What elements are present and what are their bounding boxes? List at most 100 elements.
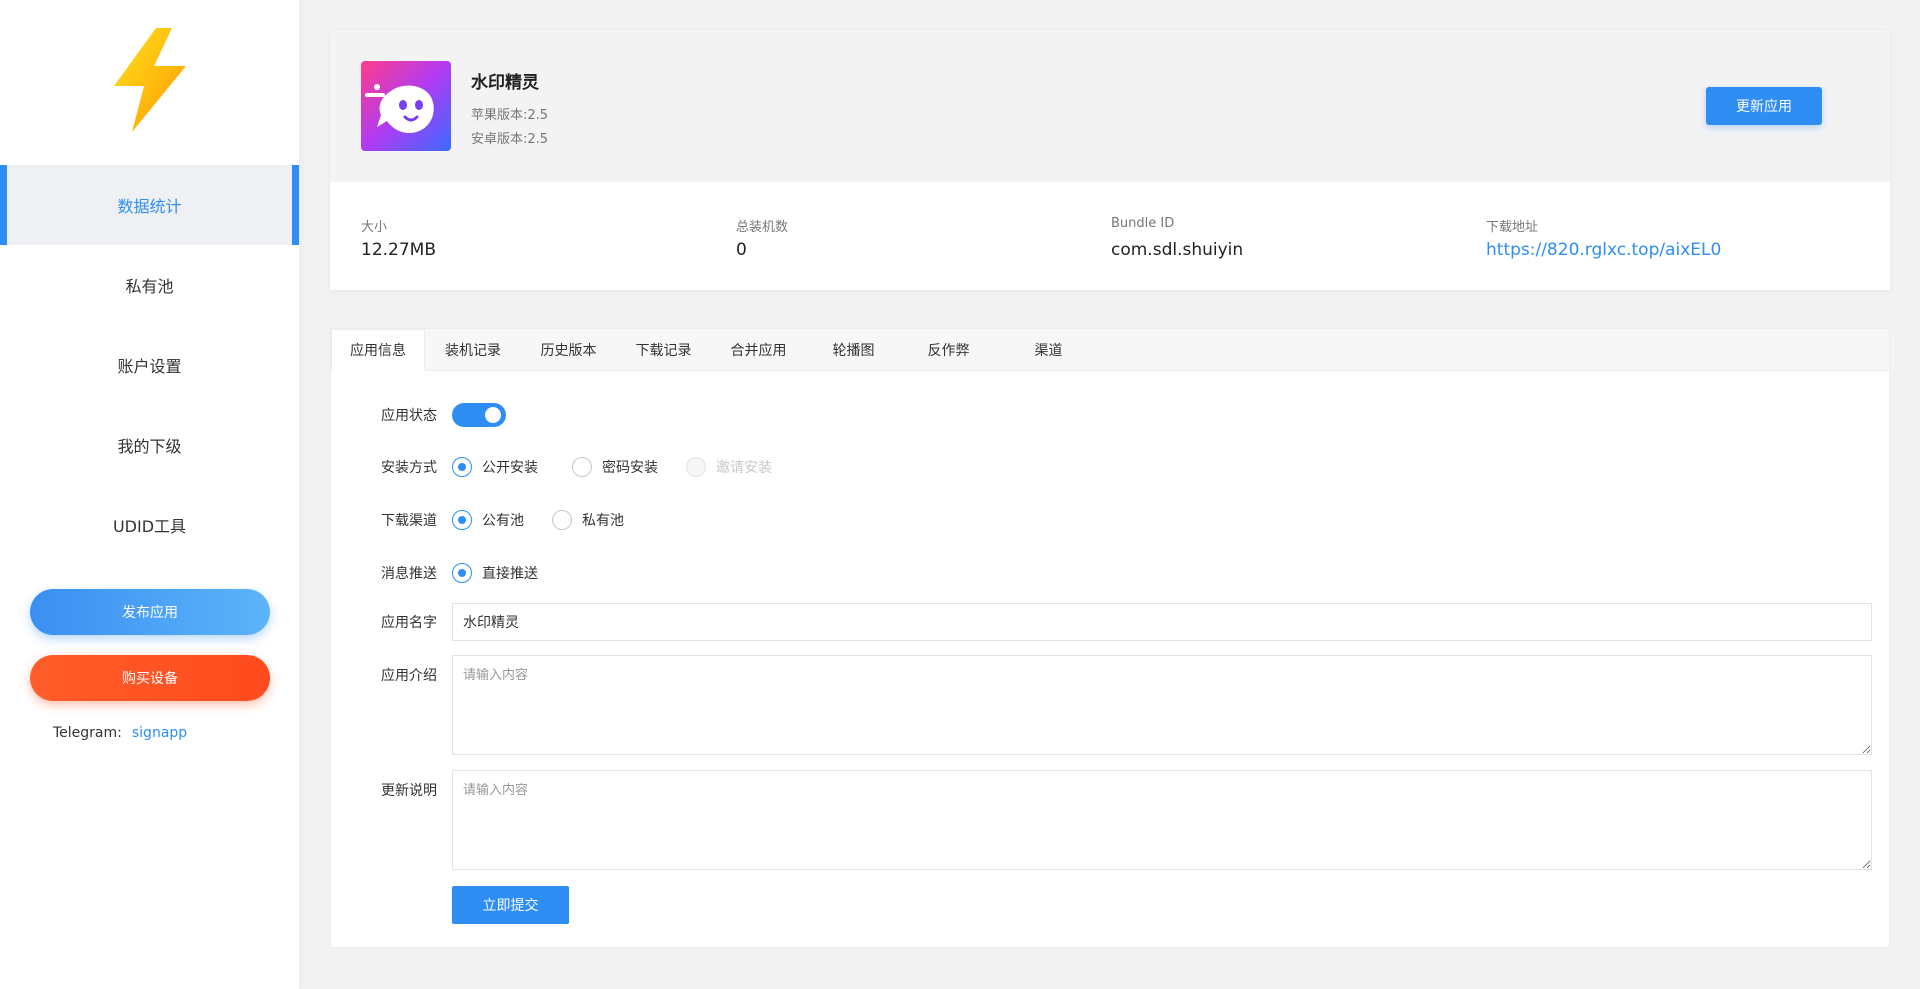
app-logo-icon — [361, 61, 451, 151]
stat-label: 大小 — [361, 220, 388, 235]
tab-merge-app[interactable]: 合并应用 — [711, 329, 806, 371]
lightning-bolt-icon — [110, 28, 190, 132]
sidebar-item-private-pool[interactable]: 私有池 — [0, 245, 299, 325]
install-method-group: 公开安装 密码安装 邀请安装 — [452, 457, 800, 477]
radio-private-pool[interactable]: 私有池 — [552, 510, 624, 530]
form-row-app-name: 应用名字 — [331, 603, 1889, 641]
sidebar-item-stats[interactable]: 数据统计 — [0, 165, 299, 245]
tab-label: 应用信息 — [350, 343, 406, 359]
radio-label: 直接推送 — [482, 566, 538, 582]
radio-circle — [452, 457, 472, 477]
stat-label: 总装机数 — [736, 220, 789, 235]
form-label: 更新说明 — [381, 783, 437, 799]
sidebar-item-label: 私有池 — [125, 277, 174, 296]
tab-label: 装机记录 — [445, 343, 501, 359]
app-name-field-wrap — [452, 603, 1872, 641]
tab-label: 反作弊 — [927, 343, 970, 359]
tab-label: 合并应用 — [730, 343, 787, 359]
form-row-changelog: 更新说明 — [331, 770, 1889, 870]
radio-public-install[interactable]: 公开安装 — [452, 457, 538, 477]
app-intro-textarea[interactable] — [452, 655, 1872, 755]
form-row-push: 消息推送 直接推送 — [331, 559, 1889, 587]
tab-bar: 应用信息 装机记录 历史版本 下载记录 合并应用 轮播图 反作弊 渠道 — [331, 329, 1889, 371]
android-version: 安卓版本:2.5 — [471, 132, 549, 147]
radio-circle — [452, 563, 472, 583]
radio-label: 公开安装 — [482, 460, 538, 476]
form-row-status: 应用状态 — [331, 401, 1889, 429]
tab-label: 渠道 — [1034, 343, 1063, 359]
download-channel-group: 公有池 私有池 — [452, 510, 652, 530]
publish-app-button[interactable]: 发布应用 — [30, 589, 270, 635]
app-intro-field-wrap — [452, 655, 1872, 755]
submit-button[interactable]: 立即提交 — [452, 886, 569, 924]
tab-app-info[interactable]: 应用信息 — [331, 329, 425, 371]
radio-circle — [552, 510, 572, 530]
changelog-textarea[interactable] — [452, 770, 1872, 870]
form-label: 应用名字 — [381, 615, 437, 631]
radio-public-pool[interactable]: 公有池 — [452, 510, 524, 530]
changelog-field-wrap — [452, 770, 1872, 870]
stat-label: Bundle ID — [1111, 216, 1175, 231]
radio-label: 密码安装 — [602, 460, 658, 476]
app-stats: 大小 12.27MB 总装机数 0 Bundle ID com.sdl.shui… — [330, 182, 1890, 290]
app-header: 水印精灵 苹果版本:2.5 安卓版本:2.5 更新应用 — [330, 30, 1890, 182]
form-label: 应用状态 — [381, 408, 437, 424]
ios-version: 苹果版本:2.5 — [471, 108, 549, 123]
app-name-input[interactable] — [452, 603, 1872, 641]
form-label: 消息推送 — [381, 566, 437, 582]
sidebar-nav: 数据统计 私有池 账户设置 我的下级 UDID工具 — [0, 165, 299, 565]
form-row-download-channel: 下载渠道 公有池 私有池 — [331, 506, 1889, 534]
form-label: 安装方式 — [381, 460, 437, 476]
radio-label: 私有池 — [582, 513, 624, 529]
radio-password-install[interactable]: 密码安装 — [572, 457, 658, 477]
form-label: 应用介绍 — [381, 668, 437, 684]
telegram-label: Telegram: — [53, 725, 122, 741]
sidebar-item-udid-tool[interactable]: UDID工具 — [0, 485, 299, 565]
update-app-button[interactable]: 更新应用 — [1706, 87, 1822, 125]
sidebar-item-subordinates[interactable]: 我的下级 — [0, 405, 299, 485]
form-row-app-intro: 应用介绍 — [331, 655, 1889, 755]
radio-circle — [452, 510, 472, 530]
radio-label: 邀请安装 — [716, 460, 772, 476]
app-detail-panel: 应用信息 装机记录 历史版本 下载记录 合并应用 轮播图 反作弊 渠道 应用状态 — [330, 328, 1890, 948]
tab-carousel[interactable]: 轮播图 — [806, 329, 901, 371]
app-name: 水印精灵 — [471, 73, 539, 93]
stat-value: 12.27MB — [361, 240, 436, 260]
toggle-knob — [485, 407, 501, 423]
radio-direct-push[interactable]: 直接推送 — [452, 563, 538, 583]
stat-bundle-id: Bundle ID com.sdl.shuiyin — [1080, 182, 1455, 290]
tab-label: 下载记录 — [635, 343, 692, 359]
tab-label: 轮播图 — [832, 343, 875, 359]
sidebar-item-label: UDID工具 — [112, 517, 187, 536]
form-row-install-method: 安装方式 公开安装 密码安装 邀请安装 — [331, 453, 1889, 481]
sidebar-item-label: 数据统计 — [117, 197, 182, 216]
buy-device-button[interactable]: 购买设备 — [30, 655, 270, 701]
tab-label: 历史版本 — [540, 343, 597, 359]
form-label: 下载渠道 — [381, 513, 437, 529]
download-url-link[interactable]: https://820.rglxc.top/aixEL0 — [1486, 240, 1721, 260]
tab-install-records[interactable]: 装机记录 — [425, 329, 521, 371]
radio-invite-install: 邀请安装 — [686, 457, 772, 477]
sidebar: 数据统计 私有池 账户设置 我的下级 UDID工具 发布应用 购买设备 Tele… — [0, 0, 299, 989]
stat-label: 下载地址 — [1486, 220, 1539, 235]
stat-installs: 总装机数 0 — [705, 182, 1080, 290]
telegram-contact: Telegram: signapp — [53, 725, 187, 741]
stat-value: com.sdl.shuiyin — [1111, 240, 1244, 260]
app-summary-card: 水印精灵 苹果版本:2.5 安卓版本:2.5 更新应用 大小 12.27MB 总… — [330, 30, 1890, 290]
tab-anti-cheat[interactable]: 反作弊 — [901, 329, 996, 371]
tab-channels[interactable]: 渠道 — [996, 329, 1101, 371]
radio-label: 公有池 — [482, 513, 524, 529]
tab-download-records[interactable]: 下载记录 — [616, 329, 711, 371]
status-field — [452, 403, 506, 427]
sidebar-item-label: 我的下级 — [117, 437, 182, 456]
telegram-link[interactable]: signapp — [132, 725, 187, 741]
radio-circle — [686, 457, 706, 477]
stat-download-url: 下载地址 https://820.rglxc.top/aixEL0 — [1455, 182, 1830, 290]
stat-size: 大小 12.27MB — [330, 182, 705, 290]
app-status-toggle[interactable] — [452, 403, 506, 427]
stat-value: 0 — [736, 240, 747, 260]
push-group: 直接推送 — [452, 563, 566, 583]
tab-history-versions[interactable]: 历史版本 — [521, 329, 616, 371]
sidebar-item-account-settings[interactable]: 账户设置 — [0, 325, 299, 405]
sidebar-item-label: 账户设置 — [117, 357, 182, 376]
